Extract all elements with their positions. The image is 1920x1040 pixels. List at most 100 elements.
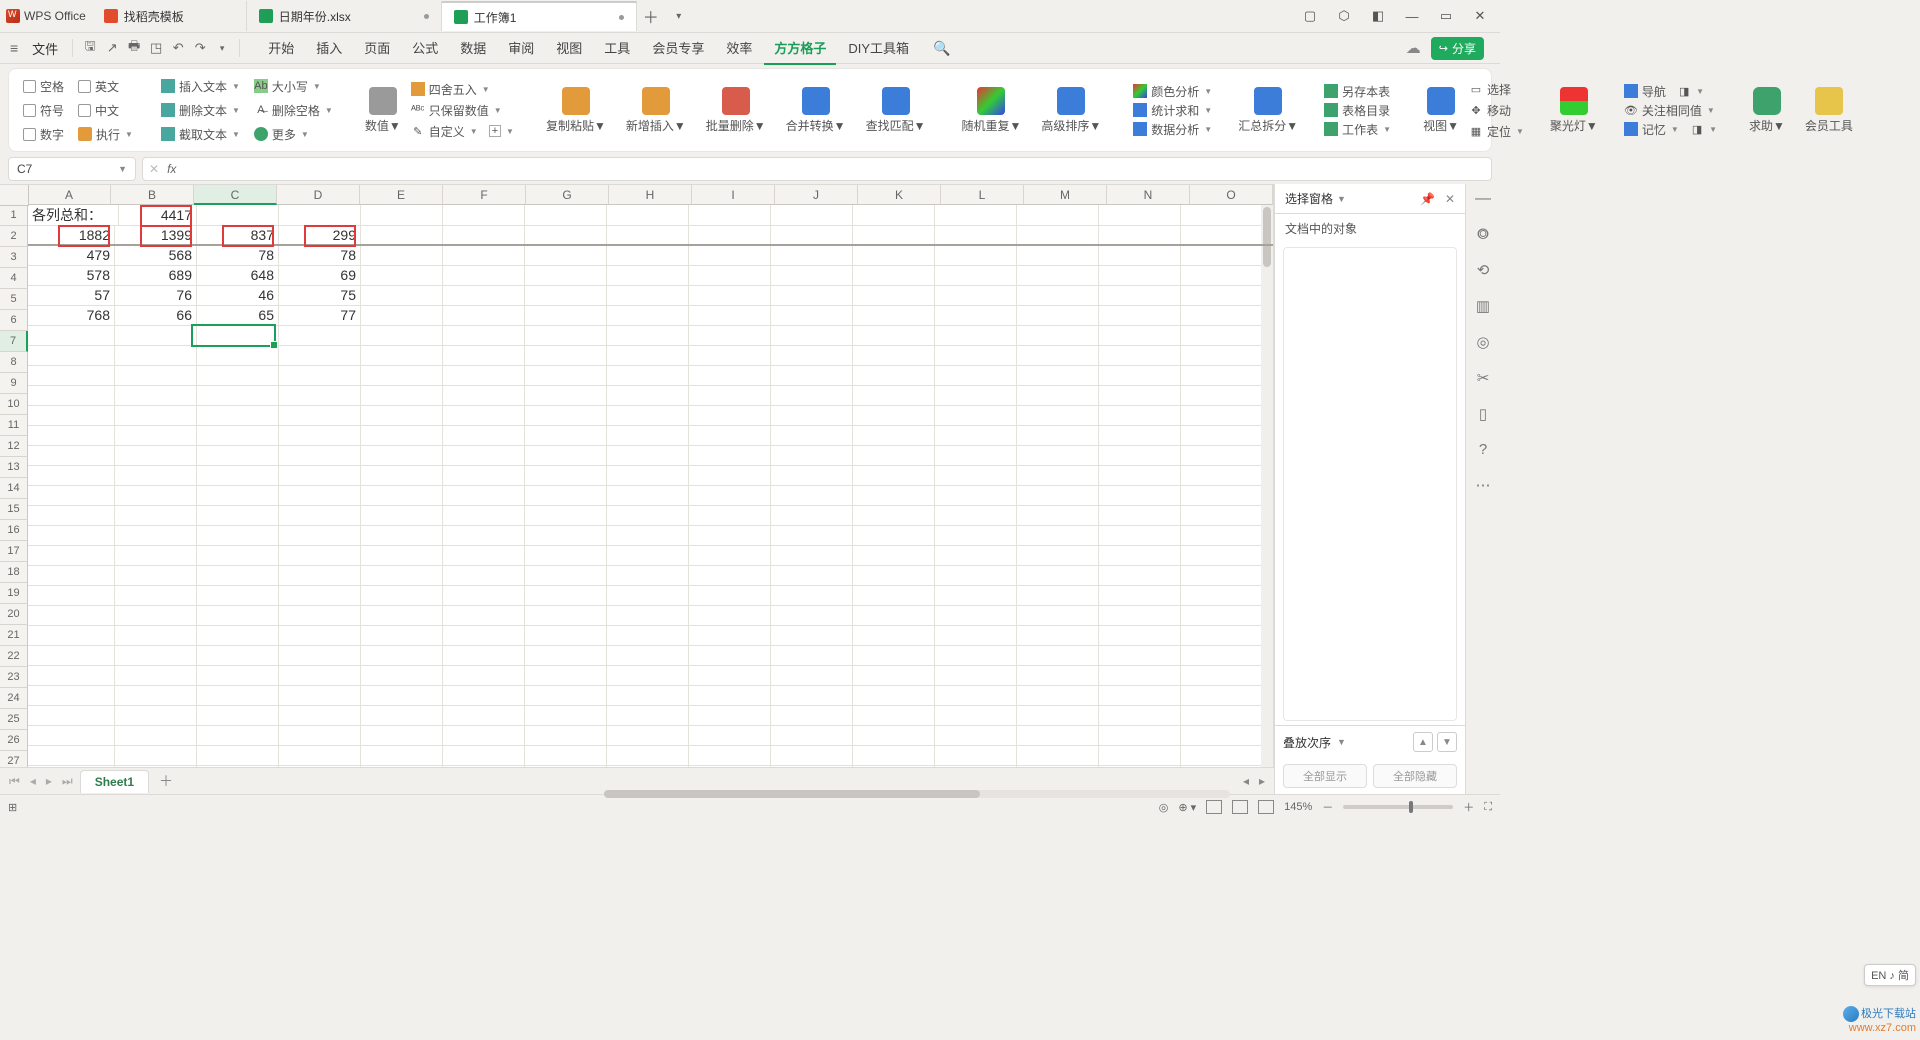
- btn-sheet-dir[interactable]: 表格目录: [1322, 101, 1393, 120]
- maximize-button[interactable]: ▭: [1438, 8, 1454, 24]
- print-icon[interactable]: 🖶: [125, 39, 143, 57]
- ribbon-tab[interactable]: 插入: [306, 32, 352, 65]
- column-header[interactable]: I: [692, 185, 775, 205]
- ribbon-tab[interactable]: 方方格子: [764, 32, 836, 65]
- row-header[interactable]: 21: [0, 625, 28, 646]
- cell-C2[interactable]: 837: [192, 225, 279, 246]
- row-header[interactable]: 23: [0, 667, 28, 688]
- cube-icon[interactable]: ⬡: [1336, 8, 1352, 24]
- cells-area[interactable]: 各列总和：44171882139983729947956878785786896…: [28, 205, 1273, 767]
- minimize-button[interactable]: —: [1404, 9, 1420, 24]
- chk-symbol[interactable]: 符号: [21, 99, 66, 121]
- ribbon-tab[interactable]: 审阅: [498, 32, 544, 65]
- cell-B3[interactable]: 568: [110, 245, 197, 266]
- rail-select-icon[interactable]: ⭗: [1477, 226, 1489, 243]
- scrollbar-thumb[interactable]: [1263, 207, 1271, 267]
- btn-adv-sort[interactable]: 高级排序▼: [1035, 75, 1107, 145]
- ribbon-tab[interactable]: 公式: [402, 32, 448, 65]
- column-header[interactable]: F: [443, 185, 526, 205]
- fullscreen-icon[interactable]: ⛶: [1484, 801, 1492, 814]
- cell-A6[interactable]: 768: [28, 305, 115, 326]
- row-header[interactable]: 18: [0, 562, 28, 583]
- export-icon[interactable]: ↗: [103, 39, 121, 57]
- redo-icon[interactable]: ↷: [191, 39, 209, 57]
- vertical-scrollbar[interactable]: [1261, 205, 1273, 767]
- btn-spotlight[interactable]: 聚光灯▼: [1544, 73, 1604, 147]
- cell-A2[interactable]: 1882: [28, 225, 115, 246]
- btn-worksheet[interactable]: 工作表▼: [1322, 120, 1393, 139]
- row-header[interactable]: 22: [0, 646, 28, 667]
- btn-delete-space[interactable]: A̶删除空格▼: [252, 99, 335, 121]
- chevron-down-icon[interactable]: ▼: [118, 164, 127, 174]
- cell-A3[interactable]: 479: [28, 245, 115, 266]
- rail-settings-icon[interactable]: ⟲: [1477, 261, 1490, 279]
- ime-indicator[interactable]: EN ♪ 简: [1864, 964, 1916, 986]
- hscroll-thumb[interactable]: [604, 790, 979, 798]
- btn-data-analysis[interactable]: 数据分析▼: [1131, 120, 1214, 139]
- column-header[interactable]: C: [194, 185, 277, 205]
- rail-shape-icon[interactable]: ◎: [1476, 333, 1489, 351]
- save-icon[interactable]: 🖫: [81, 39, 99, 57]
- page-view-icon[interactable]: [1232, 800, 1248, 814]
- chk-english[interactable]: 英文: [76, 75, 135, 97]
- formula-input[interactable]: ✕ fx: [142, 157, 1492, 181]
- cell-C5[interactable]: 46: [192, 285, 279, 306]
- row-header[interactable]: 17: [0, 541, 28, 562]
- row-header[interactable]: 16: [0, 520, 28, 541]
- btn-find-match[interactable]: 查找匹配▼: [860, 75, 932, 145]
- new-tab-button[interactable]: ＋: [637, 4, 665, 28]
- column-header[interactable]: N: [1107, 185, 1190, 205]
- btn-stat-sum[interactable]: 统计求和▼: [1131, 101, 1214, 120]
- rail-tools-icon[interactable]: ✂: [1477, 369, 1490, 387]
- ribbon-tab[interactable]: 数据: [450, 32, 496, 65]
- cell-C3[interactable]: 78: [192, 245, 279, 266]
- column-header[interactable]: K: [858, 185, 941, 205]
- column-header[interactable]: L: [941, 185, 1024, 205]
- row-header[interactable]: 19: [0, 583, 28, 604]
- hamburger-icon[interactable]: ≡: [6, 40, 22, 56]
- row-header[interactable]: 2: [0, 226, 28, 247]
- rail-minimize-icon[interactable]: —: [1475, 190, 1491, 208]
- cell-B2[interactable]: 1399: [110, 225, 197, 246]
- row-header[interactable]: 13: [0, 457, 28, 478]
- btn-merge-convert[interactable]: 合并转换▼: [780, 75, 852, 145]
- file-menu[interactable]: 文件: [26, 39, 64, 58]
- normal-view-icon[interactable]: [1206, 800, 1222, 814]
- row-header[interactable]: 11: [0, 415, 28, 436]
- reader-view-icon[interactable]: [1258, 800, 1274, 814]
- btn-save-sheet[interactable]: 另存本表: [1322, 82, 1393, 101]
- move-up-button[interactable]: ▲: [1413, 732, 1433, 752]
- select-all-corner[interactable]: [0, 185, 29, 206]
- column-header[interactable]: G: [526, 185, 609, 205]
- btn-summary-split[interactable]: 汇总拆分▼: [1232, 73, 1304, 147]
- cell-C6[interactable]: 65: [192, 305, 279, 326]
- row-header[interactable]: 7: [0, 331, 28, 352]
- cell-B1[interactable]: 4417: [110, 205, 197, 226]
- target-icon[interactable]: ⊕ ▾: [1178, 801, 1196, 814]
- chk-chinese[interactable]: 中文: [76, 99, 135, 121]
- btn-delete-text[interactable]: 删除文本▼: [159, 99, 242, 121]
- btn-move[interactable]: ✥移动: [1467, 101, 1526, 120]
- ribbon-tab[interactable]: DIY工具箱: [838, 32, 919, 65]
- btn-execute[interactable]: 执行▼: [76, 123, 135, 145]
- hscroll-left-icon[interactable]: ◂: [1240, 774, 1252, 788]
- column-header[interactable]: O: [1190, 185, 1273, 205]
- ribbon-tab[interactable]: 视图: [546, 32, 592, 65]
- chevron-down-icon[interactable]: ▼: [1337, 194, 1346, 204]
- hscroll-right-icon[interactable]: ▸: [1256, 774, 1268, 788]
- search-icon[interactable]: 🔍: [929, 36, 954, 61]
- rail-book-icon[interactable]: ▯: [1479, 405, 1487, 423]
- cell-B6[interactable]: 66: [110, 305, 197, 326]
- preview-icon[interactable]: ◳: [147, 39, 165, 57]
- btn-nav[interactable]: 导航 ◨▼: [1622, 82, 1719, 101]
- btn-round[interactable]: 四舍五入▼: [409, 80, 516, 99]
- row-header[interactable]: 12: [0, 436, 28, 457]
- rail-more-icon[interactable]: ⋯: [1476, 476, 1491, 494]
- tab-file-2[interactable]: 工作簿1: [442, 1, 637, 31]
- pin-icon[interactable]: 📌: [1420, 192, 1435, 206]
- undo-icon[interactable]: ↶: [169, 39, 187, 57]
- name-box[interactable]: C7▼: [8, 157, 136, 181]
- zoom-in-button[interactable]: ＋: [1463, 799, 1474, 815]
- btn-memory[interactable]: 记忆▼ ◨▼: [1622, 120, 1719, 139]
- column-header[interactable]: H: [609, 185, 692, 205]
